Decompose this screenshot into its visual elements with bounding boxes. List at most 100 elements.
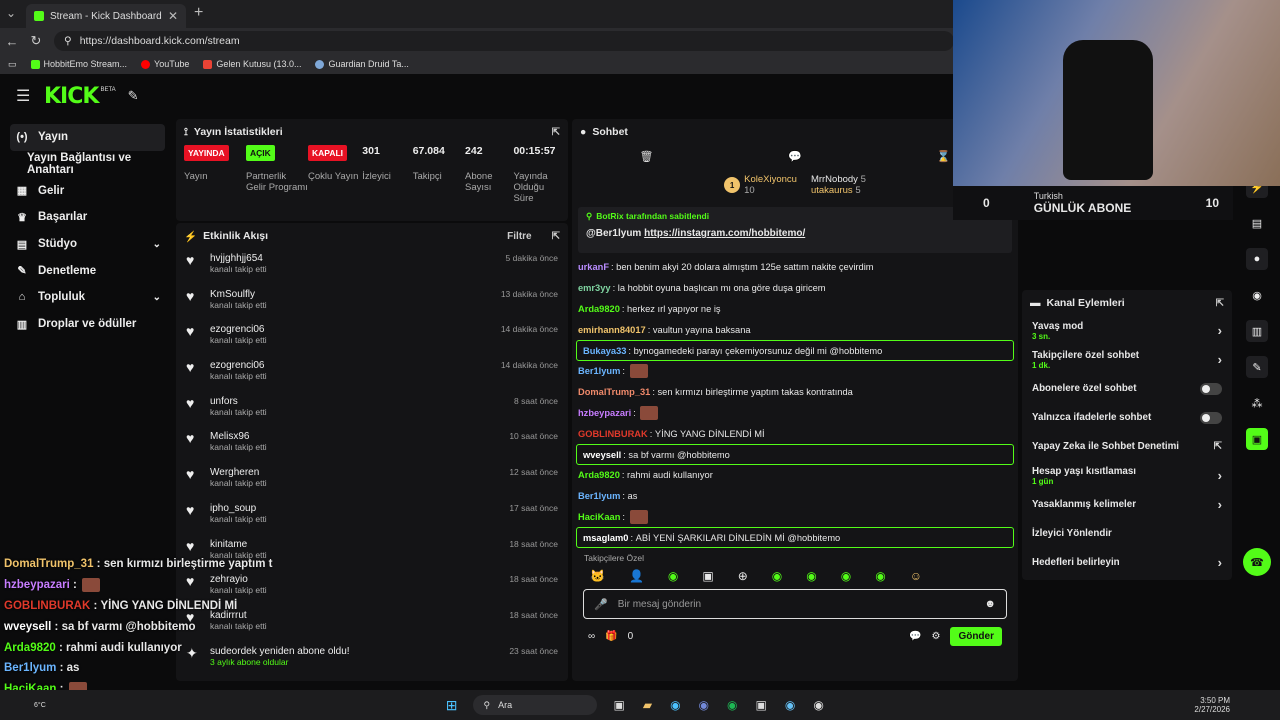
chat-settings-icon[interactable]: 💬 [909, 631, 921, 642]
emote-icon[interactable]: ▣ [702, 569, 713, 583]
activity-item[interactable]: ♥ ipho_soup kanalı takip etti 17 saat önce [176, 499, 568, 535]
reload-icon[interactable]: ↻ [24, 33, 48, 49]
chat-username[interactable]: HaciKaan [578, 512, 620, 522]
chat-message[interactable]: urkanF: ben benim akyi 20 dolara almıştı… [572, 257, 1018, 278]
popout-icon[interactable]: ⇱ [552, 231, 560, 242]
chat-username[interactable]: Arda9820 [578, 304, 620, 314]
activity-item[interactable]: ♥ KmSoulfly kanalı takip etti 13 dakika önc… [176, 285, 568, 321]
menu-icon[interactable]: ☰ [16, 86, 32, 106]
channel-action-item[interactable]: Hesap yaşı kısıtlaması 1 gün › [1022, 461, 1232, 490]
terminal-icon[interactable]: ▣ [756, 698, 767, 712]
layout-icon[interactable]: ▥ [1246, 320, 1268, 342]
send-button[interactable]: Gönder [950, 626, 1002, 646]
bookmark-item[interactable]: Gelen Kutusu (13.0... [203, 59, 301, 69]
chat-message[interactable]: Ber1lyum: as [572, 486, 1018, 507]
wrench-icon[interactable]: ✎ [1246, 356, 1268, 378]
chat-username[interactable]: msaglam0 [583, 533, 628, 543]
activity-item[interactable]: ♥ hvjjghhjj654 kanalı takip etti 5 dakika ö… [176, 249, 568, 285]
bookmark-item[interactable]: Guardian Druid Ta... [315, 59, 409, 69]
channel-action-item[interactable]: İzleyici Yönlendir [1022, 519, 1232, 548]
chat-username[interactable]: GOBLINBURAK [578, 429, 648, 439]
emote-icon[interactable]: ☺ [910, 569, 922, 583]
channel-action-item[interactable]: Takipçilere özel sohbet 1 dk. › [1022, 345, 1232, 374]
chat-message[interactable]: msaglam0: ABİ YENİ ŞARKILARI DİNLEDİN Mİ… [576, 527, 1014, 549]
sidebar-item-studyo[interactable]: ▤ Stüdyo ⌄ [0, 231, 175, 258]
url-field[interactable]: ⚲ https://dashboard.kick.com/stream [54, 31, 954, 51]
document-icon[interactable]: ▤ [1246, 212, 1268, 234]
chat-message[interactable]: Bukaya33: bynogamedeki parayı çekemiyors… [576, 340, 1014, 361]
community-icon[interactable]: ⁂ [1246, 392, 1268, 414]
hourglass-icon[interactable]: ⌛ [937, 150, 951, 163]
folder-icon[interactable]: ▰ [643, 698, 652, 712]
channel-action-item[interactable]: Abonelere özel sohbet [1022, 374, 1232, 403]
sidebar-item-stream-key[interactable]: Yayın Bağlantısı ve Anahtarı [0, 151, 175, 178]
toggle-switch[interactable] [1200, 411, 1222, 424]
bookmark-item[interactable]: HobbitEmo Stream... [30, 59, 127, 69]
edge-icon[interactable]: ◉ [670, 698, 680, 712]
chat-input[interactable]: 🎤 Bir mesaj gönderin ☻ [583, 589, 1007, 619]
close-tab-icon[interactable]: ✕ [168, 9, 178, 23]
popout-icon[interactable]: ⇱ [1216, 298, 1224, 309]
emote-icon[interactable]: ◉ [772, 569, 782, 583]
sidebar-item-droplar[interactable]: ▥ Droplar ve ödüller [0, 311, 175, 338]
emote-icon[interactable]: 🐱 [590, 569, 605, 583]
obs-icon[interactable]: ◉ [813, 698, 823, 712]
activity-item[interactable]: ♥ Melisx96 kanalı takip etti 10 saat önce [176, 427, 568, 463]
activity-item[interactable]: ♥ ezogrenci06 kanalı takip etti 14 dakika ö… [176, 320, 568, 356]
emote-icon[interactable]: ◉ [806, 569, 816, 583]
spotify-icon[interactable]: ◉ [727, 698, 737, 712]
sidebar-item-denetleme[interactable]: ✎ Denetleme [0, 257, 175, 284]
chat-username[interactable]: urkanF [578, 262, 609, 272]
wrench-icon[interactable]: ✎ [128, 88, 139, 104]
pinned-link[interactable]: https://instagram.com/hobbitemo/ [644, 228, 805, 239]
chat-username[interactable]: emr3yy [578, 283, 611, 293]
channel-action-item[interactable]: Yasaklanmış kelimeler › [1022, 490, 1232, 519]
chat-message[interactable]: HaciKaan: [572, 507, 1018, 528]
activity-item[interactable]: ♥ ezogrenci06 kanalı takip etti 14 dakika ö… [176, 356, 568, 392]
chat-message[interactable]: emr3yy: la hobbit oyuna başlıcan mı ona … [572, 278, 1018, 299]
channel-action-item[interactable]: Yalnızca ifadelerle sohbet [1022, 403, 1232, 432]
sidebar-item-gelir[interactable]: ▦ Gelir [0, 177, 175, 204]
chat-message[interactable]: Ber1lyum: [572, 361, 1018, 382]
chat-message[interactable]: DomalTrump_31: sen kırmızı birleştirme y… [572, 382, 1018, 403]
chat-message[interactable]: Arda9820: rahmi audi kullanıyor [572, 465, 1018, 486]
tab-list-chevron-icon[interactable]: ⌄ [6, 6, 16, 20]
bookmark-item[interactable]: YouTube [141, 59, 189, 69]
chat-bubble-icon[interactable]: 💬 [788, 150, 802, 163]
emote-icon[interactable]: ◉ [668, 569, 678, 583]
infinity-icon[interactable]: ∞ [588, 631, 595, 642]
chat-username[interactable]: Ber1lyum [578, 491, 620, 501]
activity-item[interactable]: ♥ Wergheren kanalı takip etti 12 saat önce [176, 463, 568, 499]
kick-logo[interactable]: KICK [44, 84, 99, 109]
emoji-icon[interactable]: ☻ [984, 598, 996, 610]
chat-username[interactable]: Arda9820 [578, 470, 620, 480]
trash-icon[interactable]: 🗑 [639, 150, 653, 163]
chat-message[interactable]: GOBLINBURAK: YİNG YANG DİNLENDİ Mİ [572, 423, 1018, 444]
emote-icon[interactable]: ◉ [875, 569, 885, 583]
steam-icon[interactable]: ◉ [785, 698, 795, 712]
emote-icon[interactable]: ⊕ [738, 569, 748, 583]
windows-start-icon[interactable]: ⊞ [446, 697, 458, 714]
emote-icon[interactable]: ◉ [841, 569, 851, 583]
chat-username[interactable]: emirhann84017 [578, 325, 646, 335]
chat-username[interactable]: Bukaya33 [583, 346, 626, 356]
toggle-switch[interactable] [1200, 382, 1222, 395]
browser-tab[interactable]: Stream - Kick Dashboard ✕ [26, 4, 186, 28]
broadcast-icon[interactable]: ◉ [1246, 284, 1268, 306]
chat-message[interactable]: emirhann84017: vaultun yayına baksana [572, 319, 1018, 340]
site-info-icon[interactable]: ⚲ [64, 35, 72, 47]
taskbar-search[interactable]: ⚲ Ara [473, 695, 598, 715]
filter-button[interactable]: Filtre [507, 231, 531, 242]
popout-icon[interactable]: ⇱ [552, 127, 560, 138]
channel-action-item[interactable]: Yapay Zeka ile Sohbet Denetimi ⇱ [1022, 432, 1232, 461]
sidebar-item-basarilar[interactable]: ♛ Başarılar [0, 204, 175, 231]
mic-icon[interactable]: 🎤 [594, 598, 608, 611]
task-view-icon[interactable]: ▣ [613, 698, 624, 712]
discord-icon[interactable]: ◉ [699, 698, 709, 712]
sidebar-toggle-icon[interactable]: ▭ [8, 59, 17, 70]
chat-username[interactable]: hzbeypazari [578, 408, 631, 418]
chat-message[interactable]: hzbeypazari: [572, 403, 1018, 424]
chat-username[interactable]: Ber1lyum [578, 366, 620, 376]
activity-item[interactable]: ♥ unfors kanalı takip etti 8 saat önce [176, 392, 568, 428]
chat-username[interactable]: wveysell [583, 450, 621, 460]
